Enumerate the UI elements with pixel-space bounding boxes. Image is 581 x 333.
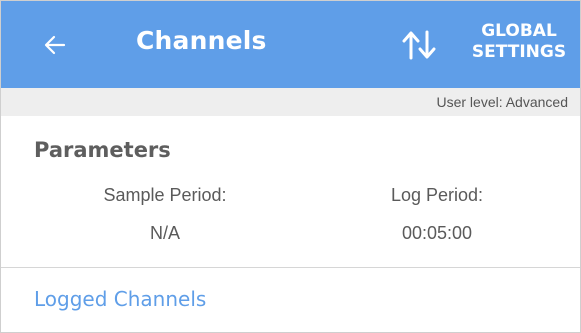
logged-channels-heading[interactable]: Logged Channels [34, 287, 206, 311]
global-settings-label-line1: GLOBAL [481, 21, 557, 41]
page-title: Channels [136, 26, 267, 55]
log-period-value: 00:05:00 [401, 223, 473, 243]
global-settings-label-line2: SETTINGS [471, 42, 567, 62]
sample-period-label: Sample Period: [103, 185, 227, 205]
log-period-group: Log Period: 00:05:00 [327, 185, 547, 244]
user-level-text: User level: Advanced [436, 94, 568, 110]
log-period-label: Log Period: [390, 185, 484, 205]
channels-screen: Channels GLOBAL SETTINGS User level: Adv… [0, 0, 581, 333]
back-button[interactable] [29, 23, 81, 67]
swap-vertical-icon [402, 30, 436, 60]
sample-period-group: Sample Period: N/A [55, 185, 275, 244]
parameters-heading: Parameters [34, 138, 171, 162]
global-settings-button[interactable]: GLOBAL SETTINGS [464, 21, 574, 63]
section-divider [1, 267, 580, 268]
app-bar: Channels GLOBAL SETTINGS [1, 1, 580, 88]
sample-period-value: N/A [149, 223, 180, 243]
sort-button[interactable] [391, 23, 447, 67]
arrow-left-icon [44, 35, 66, 55]
user-level-bar: User level: Advanced [1, 88, 580, 116]
